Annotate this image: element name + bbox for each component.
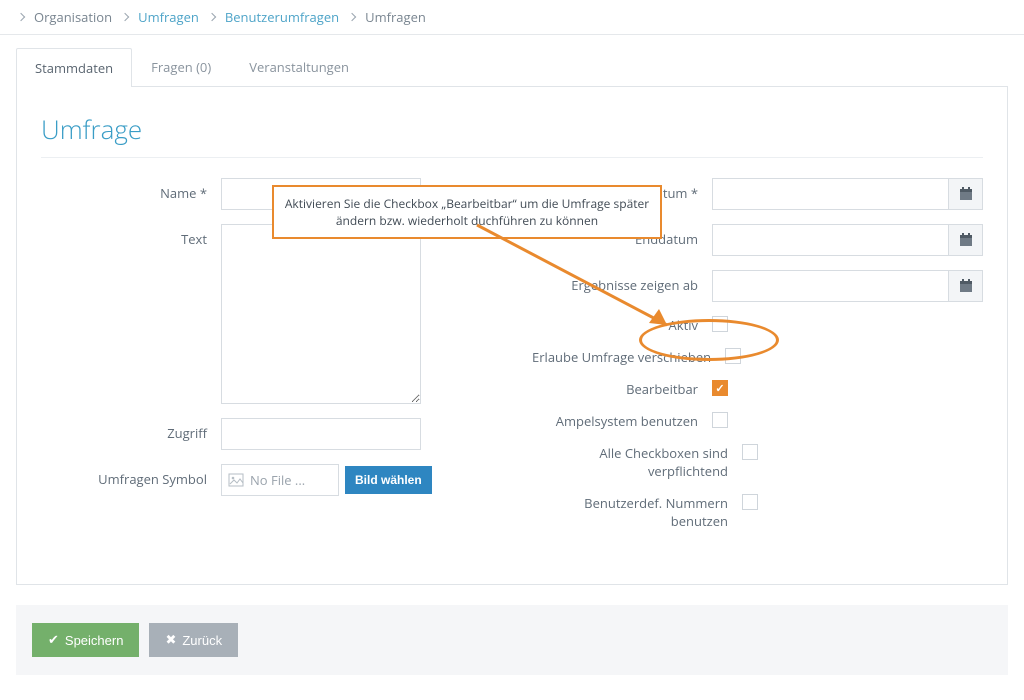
choose-image-button[interactable]: Bild wählen <box>345 466 432 494</box>
close-icon: ✖ <box>165 632 176 648</box>
editable-checkbox[interactable]: ✓ <box>712 380 728 396</box>
file-placeholder: No File ... <box>250 471 305 489</box>
calendar-button[interactable] <box>949 270 983 302</box>
annotation-callout: Aktivieren Sie die Checkbox „Bearbeitbar… <box>272 185 662 239</box>
editable-label: Bearbeitbar <box>532 380 712 398</box>
chevron-right-icon <box>348 13 356 21</box>
tab-veranstaltungen[interactable]: Veranstaltungen <box>230 47 368 86</box>
calendar-button[interactable] <box>949 224 983 256</box>
image-icon <box>228 472 244 488</box>
breadcrumb-item-current: Umfragen <box>365 8 426 26</box>
page-title: Umfrage <box>41 111 983 147</box>
access-input[interactable] <box>221 418 421 450</box>
calendar-icon <box>959 233 973 247</box>
symbol-label: Umfragen Symbol <box>41 464 221 488</box>
calendar-icon <box>959 279 973 293</box>
traffic-label: Ampelsystem benutzen <box>532 412 712 430</box>
text-textarea[interactable] <box>221 224 421 404</box>
active-checkbox[interactable] <box>712 316 728 332</box>
text-label: Text <box>41 224 221 248</box>
tab-fragen[interactable]: Fragen (0) <box>132 47 230 86</box>
back-button[interactable]: ✖ Zurück <box>149 623 238 657</box>
access-label: Zugriff <box>41 418 221 442</box>
back-button-label: Zurück <box>182 633 222 648</box>
divider <box>41 157 983 158</box>
name-label: Name * <box>41 178 221 202</box>
tab-stammdaten[interactable]: Stammdaten <box>16 48 132 87</box>
chevron-right-icon <box>208 13 216 21</box>
chevron-right-icon <box>121 13 129 21</box>
all-required-label: Alle Checkboxen sind verpflichtend <box>532 444 742 480</box>
show-from-label: Ergebnisse zeigen ab <box>532 270 712 294</box>
tabs: Stammdaten Fragen (0) Veranstaltungen <box>16 47 1008 87</box>
enddate-input[interactable] <box>712 224 949 256</box>
breadcrumb-item[interactable]: Benutzerumfragen <box>225 8 339 26</box>
calendar-button[interactable] <box>949 178 983 210</box>
startdate-input[interactable] <box>712 178 949 210</box>
movable-checkbox[interactable] <box>725 348 741 364</box>
save-button[interactable]: ✔ Speichern <box>32 623 139 657</box>
user-numbers-checkbox[interactable] <box>742 494 758 510</box>
check-icon: ✔ <box>48 632 59 648</box>
movable-label: Erlaube Umfrage verschieben <box>532 348 725 366</box>
save-button-label: Speichern <box>65 633 124 648</box>
show-from-input[interactable] <box>712 270 949 302</box>
form-panel: Umfrage Aktivieren Sie die Checkbox „Bea… <box>16 87 1008 585</box>
action-bar: ✔ Speichern ✖ Zurück <box>16 605 1008 675</box>
all-required-checkbox[interactable] <box>742 444 758 460</box>
breadcrumb-item[interactable]: Organisation <box>34 8 112 26</box>
calendar-icon <box>959 187 973 201</box>
user-numbers-label: Benutzerdef. Nummern benutzen <box>532 494 742 530</box>
file-display: No File ... <box>221 464 339 496</box>
active-label: Aktiv <box>532 316 712 334</box>
breadcrumb-item[interactable]: Umfragen <box>138 8 199 26</box>
traffic-checkbox[interactable] <box>712 412 728 428</box>
chevron-right-icon <box>17 13 25 21</box>
breadcrumb: Organisation Umfragen Benutzerumfragen U… <box>0 0 1024 35</box>
